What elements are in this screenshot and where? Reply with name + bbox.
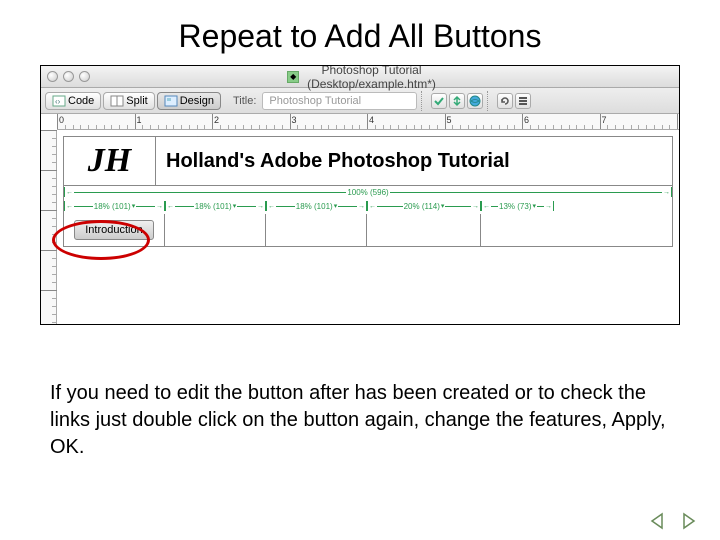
slide-title: Repeat to Add All Buttons [0, 0, 720, 65]
minimize-icon[interactable] [63, 71, 74, 82]
design-view-button[interactable]: Design [157, 92, 221, 110]
design-icon [164, 95, 178, 107]
view-options-icon[interactable] [515, 93, 531, 109]
document-icon: ◆ [287, 71, 299, 83]
toolbar-separator [487, 91, 493, 111]
code-view-button[interactable]: ‹› Code [45, 92, 101, 110]
maximize-icon[interactable] [79, 71, 90, 82]
column-guide: ←18% (101)▾→ [64, 201, 165, 211]
slide-caption: If you need to edit the button after has… [50, 380, 670, 461]
nav-cell[interactable] [165, 214, 266, 246]
next-slide-button[interactable] [678, 510, 700, 532]
document-toolbar: ‹› Code Split Design Title: [41, 88, 679, 114]
design-label: Design [180, 95, 214, 107]
split-label: Split [126, 95, 147, 107]
table-guide-cols: ←18% (101)▾→←18% (101)▾→←18% (101)▾→←20%… [64, 200, 672, 214]
table-guide-full: ← 100% (596) → [64, 186, 672, 200]
window-title: Photoshop Tutorial (Desktop/example.htm*… [307, 65, 436, 91]
close-icon[interactable] [47, 71, 58, 82]
column-guide: ←18% (101)▾→ [165, 201, 266, 211]
nav-cell[interactable] [367, 214, 481, 246]
site-logo: JH [88, 147, 131, 174]
nav-row: Introduction [64, 214, 672, 246]
nav-cell[interactable] [481, 214, 554, 246]
code-icon: ‹› [52, 95, 66, 107]
page-heading: Holland's Adobe Photoshop Tutorial [166, 150, 510, 173]
intro-button[interactable]: Introduction [74, 220, 153, 240]
code-label: Code [68, 95, 94, 107]
file-management-icon[interactable] [449, 93, 465, 109]
title-field-label: Title: [233, 95, 256, 107]
split-view-button[interactable]: Split [103, 92, 154, 110]
logo-cell[interactable]: JH [64, 137, 156, 185]
guide-full-label: 100% (596) [347, 188, 388, 197]
svg-text:‹›: ‹› [55, 97, 61, 106]
slide-nav [646, 510, 700, 532]
preview-browser-icon[interactable] [467, 93, 483, 109]
design-canvas[interactable]: JH Holland's Adobe Photoshop Tutorial ← … [57, 130, 679, 324]
window-titlebar: ◆ Photoshop Tutorial (Desktop/example.ht… [41, 66, 679, 88]
refresh-icon[interactable] [497, 93, 513, 109]
column-guide: ←20% (114)▾→ [367, 201, 481, 211]
column-guide: ←18% (101)▾→ [266, 201, 367, 211]
split-icon [110, 95, 124, 107]
layout-table: JH Holland's Adobe Photoshop Tutorial ← … [63, 136, 673, 247]
column-guide: ←13% (73)▾→ [481, 201, 554, 211]
dreamweaver-window: ◆ Photoshop Tutorial (Desktop/example.ht… [40, 65, 680, 325]
prev-slide-button[interactable] [646, 510, 668, 532]
horizontal-ruler: 012345678 [57, 114, 679, 130]
check-icon[interactable] [431, 93, 447, 109]
nav-cell[interactable]: Introduction [64, 214, 165, 246]
toolbar-separator [421, 91, 427, 111]
heading-cell[interactable]: Holland's Adobe Photoshop Tutorial [156, 137, 672, 185]
vertical-ruler [41, 130, 57, 324]
nav-cell[interactable] [266, 214, 367, 246]
title-input[interactable] [262, 92, 417, 110]
